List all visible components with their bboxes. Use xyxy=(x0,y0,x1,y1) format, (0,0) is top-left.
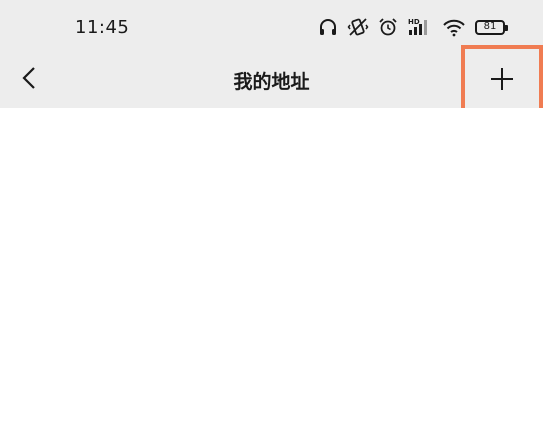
back-button[interactable] xyxy=(14,62,44,98)
battery-icon: 81 xyxy=(475,19,508,35)
wifi-icon xyxy=(442,17,466,37)
hd-label: HD xyxy=(408,18,420,26)
header-bar: 我的地址 xyxy=(0,45,543,117)
status-icons: HD 81 xyxy=(318,14,508,40)
alarm-icon xyxy=(378,17,398,37)
chevron-left-icon xyxy=(22,66,36,94)
vibrate-off-icon xyxy=(347,17,369,37)
address-list-area xyxy=(0,108,543,440)
status-time: 11:45 xyxy=(75,17,130,38)
add-address-button[interactable] xyxy=(461,45,543,117)
hd-signal-icon: HD xyxy=(407,17,433,37)
battery-level: 81 xyxy=(483,21,497,32)
headphones-icon xyxy=(318,17,338,37)
plus-icon xyxy=(489,66,515,96)
